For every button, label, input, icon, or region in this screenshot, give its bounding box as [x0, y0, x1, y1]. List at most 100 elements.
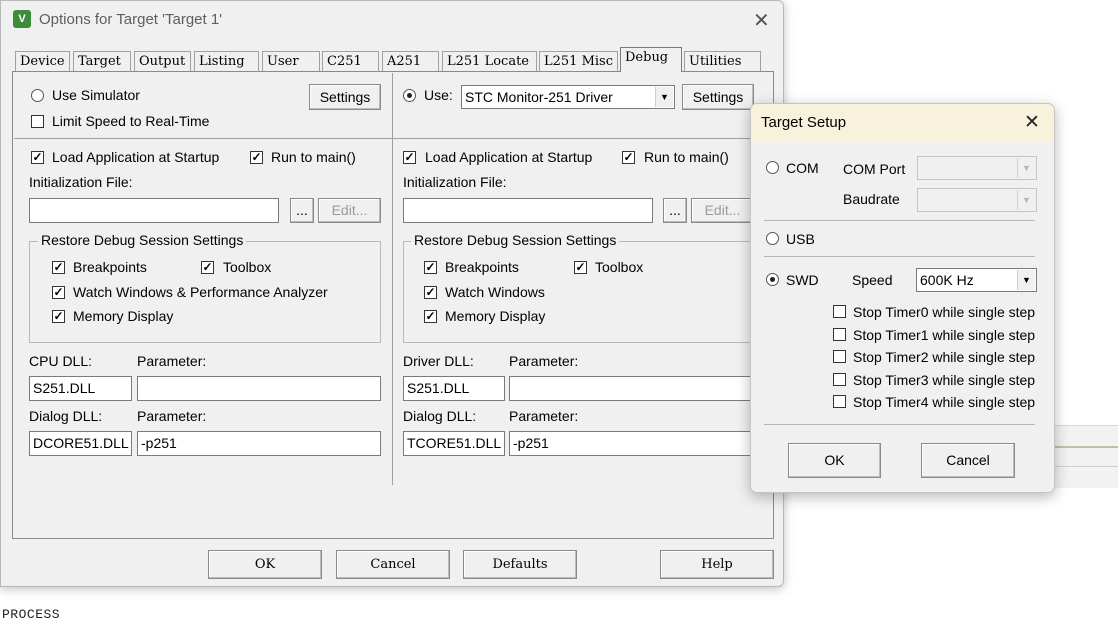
app-logo-icon: V	[13, 10, 31, 28]
right-dialog-dll-label: Dialog DLL:	[403, 408, 477, 424]
com-radio[interactable]	[766, 161, 779, 174]
left-init-file-input[interactable]	[29, 198, 279, 223]
tab-utilities[interactable]: Utilities	[684, 51, 761, 71]
stop-timer1-label: Stop Timer1 while single step	[853, 327, 1036, 343]
left-load-app-checkbox[interactable]: ✓	[31, 151, 44, 164]
baudrate-chevron-down-icon[interactable]: ▼	[1017, 190, 1035, 210]
tab-c251[interactable]: C251	[322, 51, 379, 71]
left-memory-label: Memory Display	[73, 308, 174, 324]
cpu-dll-input[interactable]: S251.DLL	[29, 376, 132, 401]
driver-settings-button[interactable]: Settings	[682, 84, 754, 110]
setup-divider-3	[764, 424, 1035, 425]
tab-debug[interactable]: Debug	[620, 47, 682, 72]
use-driver-radio[interactable]	[403, 89, 416, 102]
setup-cancel-button[interactable]: Cancel	[921, 443, 1015, 478]
left-run-to-main-checkbox[interactable]: ✓	[250, 151, 263, 164]
left-browse-button[interactable]: ...	[290, 198, 314, 223]
background-process-text: PROCESS	[2, 607, 61, 622]
right-load-app-label: Load Application at Startup	[425, 149, 593, 165]
tab-l251-misc[interactable]: L251 Misc	[539, 51, 618, 71]
speed-select[interactable]: 600K Hz ▼	[916, 268, 1037, 292]
right-breakpoints-checkbox[interactable]: ✓	[424, 261, 437, 274]
setup-ok-button[interactable]: OK	[788, 443, 881, 478]
left-watch-checkbox[interactable]: ✓	[52, 286, 65, 299]
right-dialog-dll-input[interactable]: TCORE51.DLL	[403, 431, 505, 456]
use-driver-label: Use:	[424, 87, 453, 103]
left-breakpoints-checkbox[interactable]: ✓	[52, 261, 65, 274]
usb-label: USB	[786, 231, 815, 247]
driver-parameter-input[interactable]	[509, 376, 755, 401]
cancel-button[interactable]: Cancel	[336, 550, 450, 579]
usb-radio[interactable]	[766, 232, 779, 245]
left-breakpoints-label: Breakpoints	[73, 259, 147, 275]
speed-label: Speed	[852, 272, 893, 288]
limit-speed-label: Limit Speed to Real-Time	[52, 113, 210, 129]
driver-select[interactable]: STC Monitor-251 Driver ▼	[461, 85, 675, 109]
tab-user[interactable]: User	[262, 51, 320, 71]
cpu-dll-label: CPU DLL:	[29, 353, 93, 369]
left-memory-checkbox[interactable]: ✓	[52, 310, 65, 323]
speed-chevron-down-icon[interactable]: ▼	[1017, 270, 1035, 290]
swd-radio[interactable]	[766, 273, 779, 286]
com-port-select[interactable]: ▼	[917, 156, 1037, 180]
left-edit-button[interactable]: Edit...	[318, 198, 381, 223]
setup-close-icon[interactable]: ✕	[1024, 113, 1040, 133]
left-run-to-main-label: Run to main()	[271, 149, 356, 165]
use-simulator-radio[interactable]	[31, 89, 44, 102]
stop-timer3-checkbox[interactable]	[833, 373, 846, 386]
right-init-file-label: Initialization File:	[403, 174, 507, 190]
right-watch-checkbox[interactable]: ✓	[424, 286, 437, 299]
right-toolbox-label: Toolbox	[595, 259, 644, 275]
stop-timer0-checkbox[interactable]	[833, 305, 846, 318]
right-restore-group-title: Restore Debug Session Settings	[411, 232, 620, 248]
right-watch-label: Watch Windows	[445, 284, 545, 300]
right-run-to-main-label: Run to main()	[644, 149, 729, 165]
right-memory-checkbox[interactable]: ✓	[424, 310, 437, 323]
stop-timer2-checkbox[interactable]	[833, 350, 846, 363]
right-edit-button[interactable]: Edit...	[691, 198, 754, 223]
tab-device[interactable]: Device	[15, 51, 70, 71]
stop-timer4-checkbox[interactable]	[833, 395, 846, 408]
right-init-file-input[interactable]	[403, 198, 653, 223]
right-memory-label: Memory Display	[445, 308, 546, 324]
chevron-down-icon[interactable]: ▼	[655, 87, 673, 107]
left-horizontal-divider	[14, 138, 392, 139]
right-dialog-parameter-label: Parameter:	[509, 408, 579, 424]
tab-l251-locate[interactable]: L251 Locate	[442, 51, 537, 71]
stop-timer0-label: Stop Timer0 while single step	[853, 304, 1036, 320]
baudrate-select[interactable]: ▼	[917, 188, 1037, 212]
dialog-title: Options for Target 'Target 1'	[39, 11, 223, 28]
baudrate-label: Baudrate	[843, 191, 900, 207]
simulator-settings-button[interactable]: Settings	[309, 84, 381, 110]
right-browse-button[interactable]: ...	[663, 198, 687, 223]
target-setup-title: Target Setup	[761, 114, 847, 131]
setup-divider-1	[764, 220, 1035, 221]
left-dialog-parameter-input[interactable]: -p251	[137, 431, 381, 456]
stop-timer4-label: Stop Timer4 while single step	[853, 394, 1036, 410]
right-load-app-checkbox[interactable]: ✓	[403, 151, 416, 164]
help-button[interactable]: Help	[660, 550, 774, 579]
defaults-button[interactable]: Defaults	[463, 550, 577, 579]
left-toolbox-checkbox[interactable]: ✓	[201, 261, 214, 274]
limit-speed-checkbox[interactable]	[31, 115, 44, 128]
com-label: COM	[786, 160, 819, 176]
tab-listing[interactable]: Listing	[194, 51, 259, 71]
tab-a251[interactable]: A251	[382, 51, 439, 71]
driver-dll-input[interactable]: S251.DLL	[403, 376, 505, 401]
right-dialog-parameter-input[interactable]: -p251	[509, 431, 755, 456]
tab-target[interactable]: Target	[73, 51, 131, 71]
left-dialog-dll-input[interactable]: DCORE51.DLL	[29, 431, 132, 456]
right-run-to-main-checkbox[interactable]: ✓	[622, 151, 635, 164]
close-icon[interactable]: ✕	[753, 11, 770, 31]
driver-dll-label: Driver DLL:	[403, 353, 474, 369]
panel-vertical-divider	[392, 73, 393, 485]
background-window-strip	[1050, 425, 1118, 488]
tab-output[interactable]: Output	[134, 51, 191, 71]
stop-timer1-checkbox[interactable]	[833, 328, 846, 341]
ok-button[interactable]: OK	[208, 550, 322, 579]
right-toolbox-checkbox[interactable]: ✓	[574, 261, 587, 274]
com-port-chevron-down-icon[interactable]: ▼	[1017, 158, 1035, 178]
driver-parameter-label: Parameter:	[509, 353, 579, 369]
cpu-parameter-input[interactable]	[137, 376, 381, 401]
left-toolbox-label: Toolbox	[223, 259, 272, 275]
